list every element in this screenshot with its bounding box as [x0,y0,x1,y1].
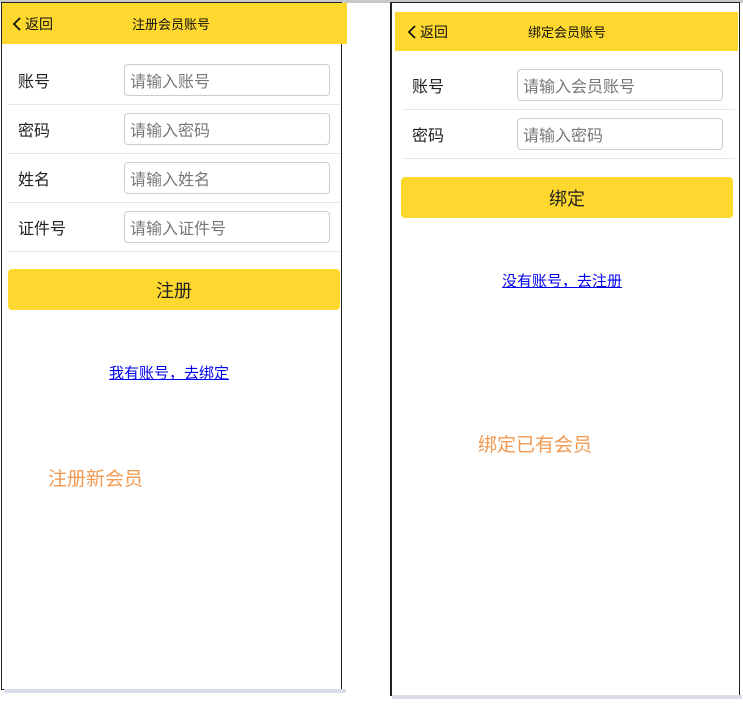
back-label: 返回 [25,16,53,33]
password-input[interactable]: 请输入密码 [124,113,330,145]
password-row: 密码 请输入密码 [402,110,735,159]
register-button[interactable]: 注册 [8,269,340,310]
account-row: 账号 请输入会员账号 [402,61,735,110]
page-title: 注册会员账号 [132,18,211,33]
bind-header: 返回 绑定会员账号 [395,12,738,51]
account-row: 账号 请输入账号 [8,56,340,105]
phone-shadow [4,689,346,693]
name-row: 姓名 请输入姓名 [8,154,340,203]
name-label: 姓名 [18,170,51,189]
bind-caption: 绑定已有会员 [478,434,593,456]
go-bind-link[interactable]: 我有账号，去绑定 [109,362,229,383]
back-button[interactable]: 返回 [407,12,448,51]
account-input[interactable]: 请输入会员账号 [517,69,723,101]
id-number-row: 证件号 请输入证件号 [8,203,340,252]
register-screen: 返回 注册会员账号 账号 请输入账号 密码 请输入密码 姓名 请输入姓名 证件号… [1,2,347,690]
register-header: 返回 注册会员账号 [2,3,347,44]
chevron-left-icon [407,24,416,39]
go-register-link[interactable]: 没有账号，去注册 [502,270,622,291]
id-number-label: 证件号 [18,219,67,238]
account-label: 账号 [18,72,51,91]
back-button[interactable]: 返回 [12,3,53,44]
bind-screen: 返回 绑定会员账号 账号 请输入会员账号 密码 请输入密码 绑定 没有账号，去注… [390,2,740,696]
back-label: 返回 [420,24,448,41]
id-number-input[interactable]: 请输入证件号 [124,211,330,243]
name-input[interactable]: 请输入姓名 [124,162,330,194]
register-caption: 注册新会员 [48,468,144,490]
account-label: 账号 [412,77,445,96]
account-input[interactable]: 请输入账号 [124,64,330,96]
password-label: 密码 [18,121,51,140]
phone-shadow [392,695,742,699]
page-title: 绑定会员账号 [528,26,607,41]
password-input[interactable]: 请输入密码 [517,118,723,150]
password-row: 密码 请输入密码 [8,105,340,154]
bind-button[interactable]: 绑定 [401,177,733,218]
chevron-left-icon [12,16,21,31]
password-label: 密码 [412,126,445,145]
